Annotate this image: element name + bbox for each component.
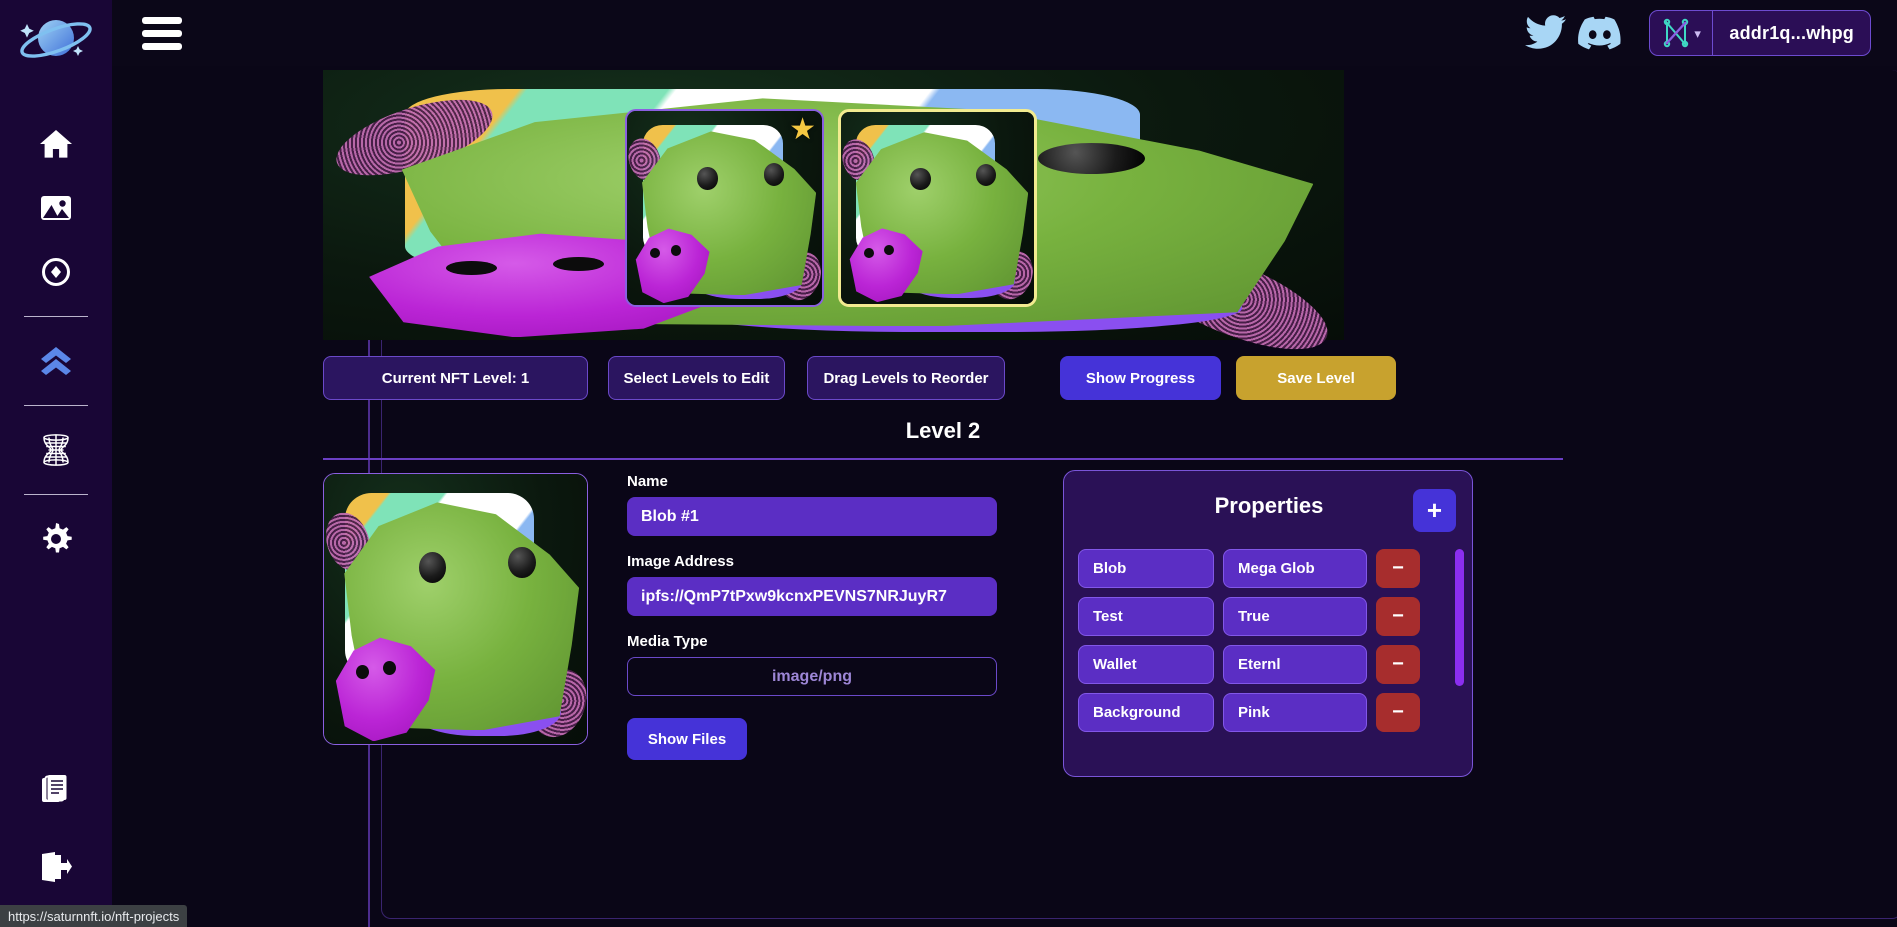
sidebar-divider-2 (24, 405, 88, 406)
property-row: Test True − (1078, 597, 1460, 636)
show-files-button[interactable]: Show Files (627, 718, 747, 760)
sidebar-item-projects[interactable] (30, 422, 82, 478)
level-form: Name Blob #1 Image Address ipfs://QmP7tP… (627, 473, 997, 760)
sidebar-item-gallery[interactable] (30, 180, 82, 236)
property-key-input[interactable]: Background (1078, 693, 1214, 732)
image-address-input[interactable]: ipfs://QmP7tPxw9kcnxPEVNS7NRJuyR7 (627, 577, 997, 616)
form-gap (627, 616, 997, 633)
property-row: Blob Mega Glob − (1078, 549, 1460, 588)
properties-scrollbar-thumb[interactable] (1455, 549, 1464, 686)
add-property-button[interactable]: + (1413, 489, 1456, 532)
sidebar-item-docs[interactable] (30, 763, 82, 819)
form-gap (627, 536, 997, 553)
level-detail-preview (323, 473, 588, 745)
image-icon (41, 196, 71, 220)
twitter-icon[interactable] (1519, 6, 1573, 60)
nft-artwork (323, 70, 1344, 371)
property-key-input[interactable]: Test (1078, 597, 1214, 636)
sidebar-item-logout[interactable] (30, 839, 82, 895)
remove-property-button[interactable]: − (1376, 549, 1420, 588)
wallet-connector[interactable]: ▾ addr1q...whpg (1649, 10, 1871, 56)
hourglass-grid-icon (43, 434, 69, 466)
chevron-down-icon: ▾ (1694, 25, 1701, 41)
properties-title: Properties (1214, 493, 1324, 518)
property-value-input[interactable]: True (1223, 597, 1367, 636)
sidebar-bottom (0, 753, 112, 905)
level-detail-divider (323, 458, 1563, 460)
level-actions-row: Current NFT Level: 1 Select Levels to Ed… (323, 356, 1563, 402)
hamburger-bar (142, 29, 182, 37)
logout-icon (42, 852, 72, 882)
save-level-button[interactable]: Save Level (1236, 356, 1396, 400)
nami-wallet-icon (1664, 18, 1689, 48)
remove-property-button[interactable]: − (1376, 645, 1420, 684)
home-icon (40, 130, 72, 158)
level-card: Level 1 (625, 81, 824, 307)
properties-panel: Properties + Blob Mega Glob − Test True … (1063, 470, 1473, 777)
level-thumbnail[interactable]: ★ (625, 109, 824, 307)
name-label: Name (627, 473, 668, 490)
artwork-eye-right (763, 163, 784, 186)
discord-icon[interactable] (1573, 6, 1627, 60)
main-content: Level 1 (112, 66, 1897, 927)
nft-artwork (324, 474, 587, 744)
property-key-input[interactable]: Wallet (1078, 645, 1214, 684)
level-card: Level 2 (838, 81, 1037, 307)
saturn-planet-logo[interactable] (13, 8, 99, 74)
artwork-small-eye-left (445, 261, 497, 276)
hamburger-menu-button[interactable] (142, 11, 188, 55)
media-type-input[interactable]: image/png (627, 657, 997, 696)
property-row: Background Pink − (1078, 693, 1460, 732)
top-row: Level 1 (323, 70, 1344, 371)
sidebar-divider-1 (24, 316, 88, 317)
property-row: Wallet Eternl − (1078, 645, 1460, 684)
wallet-network-selector[interactable]: ▾ (1650, 11, 1712, 55)
documents-icon (42, 775, 67, 802)
nft-main-preview (323, 70, 1344, 371)
select-levels-to-edit-button[interactable]: Select Levels to Edit (608, 356, 785, 400)
image-address-label: Image Address (627, 553, 734, 570)
sidebar (0, 0, 112, 927)
gear-icon (43, 523, 72, 553)
level-detail-heading: Level 2 (905, 418, 981, 443)
star-icon: ★ (789, 113, 816, 146)
name-input[interactable]: Blob #1 (627, 497, 997, 536)
remove-property-button[interactable]: − (1376, 693, 1420, 732)
artwork-small-eye-left (864, 247, 874, 258)
artwork-eye-left (910, 167, 931, 190)
artwork-eye-left (697, 167, 718, 190)
top-header: ▾ addr1q...whpg (112, 0, 1897, 66)
app-root: ▾ addr1q...whpg ★ Current NFT Level: 1 S… (0, 0, 1897, 927)
status-bar-url: https://saturnnft.io/nft-projects (0, 905, 188, 927)
sidebar-item-home[interactable] (30, 116, 82, 172)
sidebar-item-levels[interactable] (30, 333, 82, 389)
sidebar-nav (0, 112, 112, 571)
property-value-input[interactable]: Pink (1223, 693, 1367, 732)
hamburger-bar (142, 42, 182, 50)
compass-icon (42, 258, 70, 286)
current-nft-level-button[interactable]: Current NFT Level: 1 (323, 356, 588, 400)
artwork-small-eye-left (355, 665, 369, 680)
show-progress-button[interactable]: Show Progress (1060, 356, 1221, 400)
media-type-label: Media Type (627, 633, 708, 650)
properties-list: Blob Mega Glob − Test True − Wallet Eter… (1078, 549, 1460, 741)
double-chevron-up-icon (41, 347, 71, 375)
drag-levels-to-reorder-button[interactable]: Drag Levels to Reorder (807, 356, 1005, 400)
sidebar-item-explore[interactable] (30, 244, 82, 300)
remove-property-button[interactable]: − (1376, 597, 1420, 636)
sidebar-item-settings[interactable] (30, 511, 82, 567)
property-value-input[interactable]: Mega Glob (1223, 549, 1367, 588)
hamburger-bar (142, 16, 182, 24)
artwork-small-eye-right (670, 245, 681, 256)
sidebar-divider-3 (24, 494, 88, 495)
wallet-address[interactable]: addr1q...whpg (1713, 11, 1870, 55)
nft-artwork (841, 112, 1034, 304)
level-detail-section: Name Blob #1 Image Address ipfs://QmP7tP… (323, 470, 1563, 803)
property-value-input[interactable]: Eternl (1223, 645, 1367, 684)
level-thumbnail-selected[interactable] (838, 109, 1037, 307)
property-key-input[interactable]: Blob (1078, 549, 1214, 588)
artwork-eye-right (508, 546, 536, 578)
